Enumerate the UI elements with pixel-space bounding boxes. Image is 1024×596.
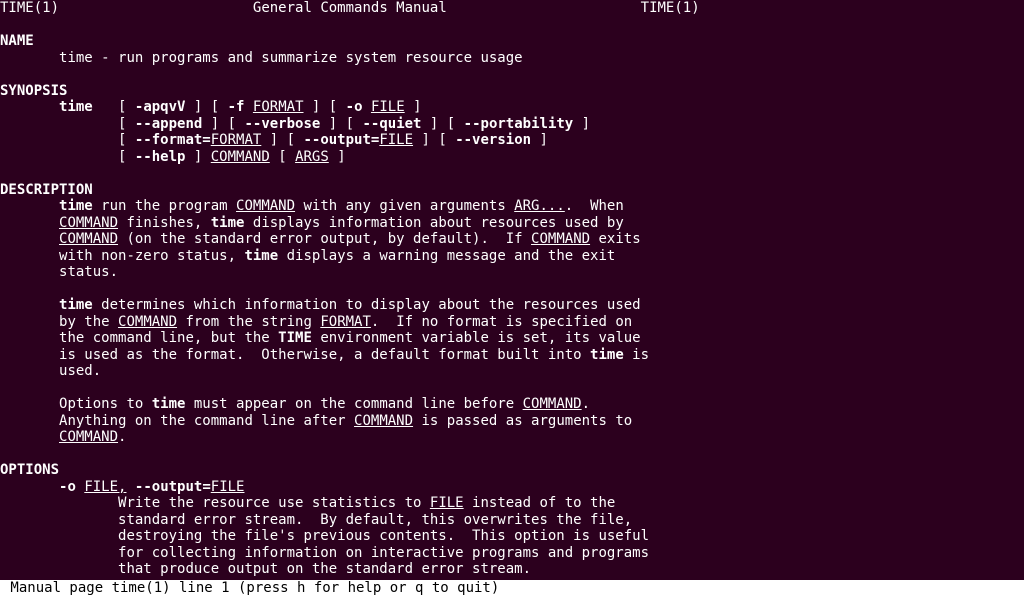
- section-synopsis: SYNOPSIS: [0, 83, 67, 99]
- man-page-content[interactable]: TIME(1) General Commands Manual TIME(1) …: [0, 0, 1024, 578]
- section-name: NAME: [0, 33, 34, 49]
- header-center: General Commands Manual: [253, 0, 447, 16]
- section-options: OPTIONS: [0, 462, 59, 478]
- section-description: DESCRIPTION: [0, 182, 93, 198]
- name-body: time - run programs and summarize system…: [59, 50, 523, 66]
- pager-status-line[interactable]: Manual page time(1) line 1 (press h for …: [0, 580, 1024, 596]
- header-right: TIME(1): [641, 0, 700, 16]
- cmd-name: time: [59, 99, 93, 115]
- header-left: TIME(1): [0, 0, 59, 16]
